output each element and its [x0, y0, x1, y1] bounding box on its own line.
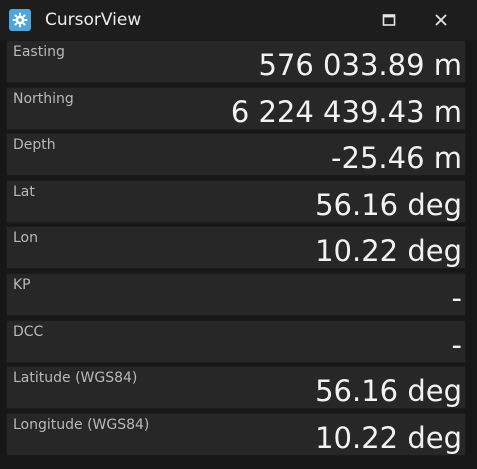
- row-label: Lat: [13, 184, 35, 200]
- row-lon: Lon 10.22 deg: [6, 226, 466, 269]
- row-value: -: [451, 281, 462, 315]
- row-label: Lon: [13, 230, 38, 246]
- row-value: 10.22 deg: [315, 234, 462, 268]
- row-value: 56.16 deg: [315, 188, 462, 222]
- row-label: Latitude (WGS84): [13, 370, 138, 386]
- cursorview-window: CursorView Easting 576 033.89 m Northing…: [0, 0, 477, 469]
- app-gear-icon: [9, 9, 31, 31]
- row-value: 10.22 deg: [315, 421, 462, 455]
- row-value: 56.16 deg: [315, 374, 462, 408]
- row-label: Northing: [13, 91, 74, 107]
- row-longitude-wgs84: Longitude (WGS84) 10.22 deg: [6, 413, 466, 456]
- close-button[interactable]: [426, 6, 456, 34]
- close-icon: [435, 14, 447, 26]
- row-label: Easting: [13, 44, 65, 60]
- row-label: DCC: [13, 324, 44, 340]
- row-dcc: DCC -: [6, 320, 466, 363]
- row-label: Depth: [13, 137, 56, 153]
- row-value: 576 033.89 m: [258, 48, 462, 82]
- row-depth: Depth -25.46 m: [6, 133, 466, 176]
- row-lat: Lat 56.16 deg: [6, 180, 466, 223]
- row-label: Longitude (WGS84): [13, 417, 150, 433]
- row-easting: Easting 576 033.89 m: [6, 40, 466, 83]
- row-value: 6 224 439.43 m: [230, 95, 462, 129]
- maximize-icon: [382, 14, 396, 26]
- row-value: -25.46 m: [331, 141, 462, 175]
- window-title: CursorView: [45, 10, 142, 30]
- maximize-button[interactable]: [374, 6, 404, 34]
- row-kp: KP -: [6, 273, 466, 316]
- row-value: -: [451, 328, 462, 362]
- row-northing: Northing 6 224 439.43 m: [6, 87, 466, 130]
- row-latitude-wgs84: Latitude (WGS84) 56.16 deg: [6, 366, 466, 409]
- row-label: KP: [13, 277, 31, 293]
- title-bar[interactable]: CursorView: [0, 0, 477, 40]
